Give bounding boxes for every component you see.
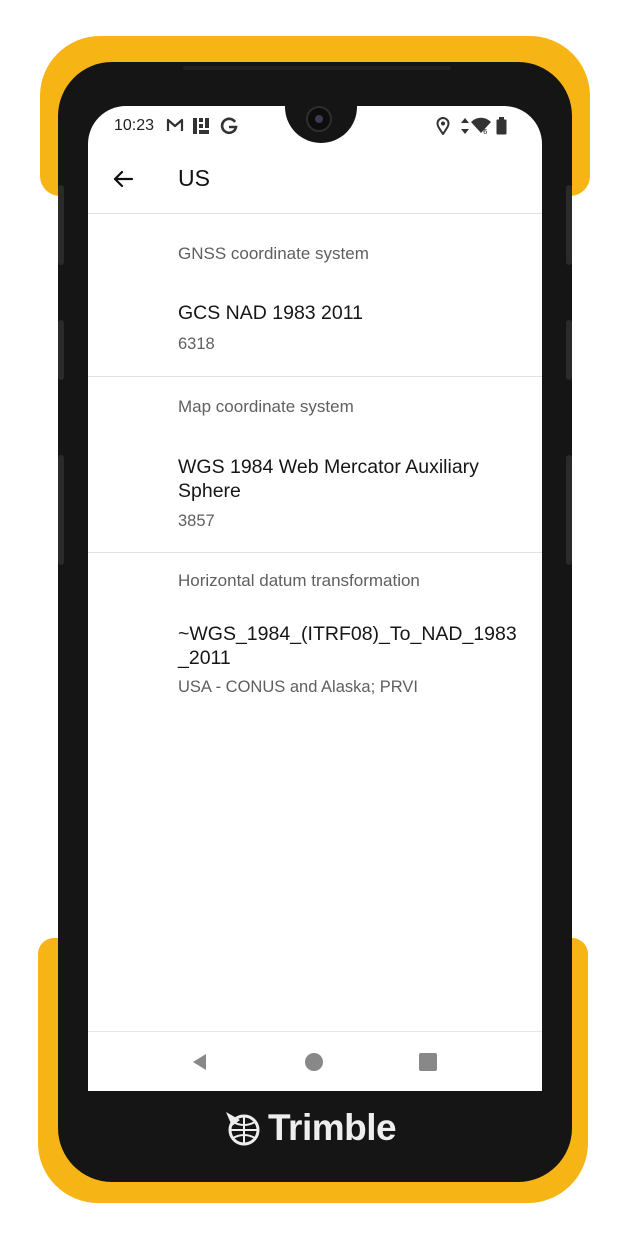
coordinate-system-code: 3857 — [178, 512, 215, 530]
data-arrows-icon — [460, 117, 470, 140]
page-title: US — [178, 165, 210, 191]
home-circle-icon — [305, 1053, 323, 1071]
speaker-grille — [183, 66, 451, 70]
phone-screen: 10:23 6 US GNSS coordinate system GCS NA… — [88, 106, 542, 1091]
back-button[interactable] — [106, 162, 140, 196]
side-button — [58, 320, 64, 380]
svg-text:6: 6 — [483, 128, 488, 135]
horizontal-datum-transformation-section[interactable]: Horizontal datum transformation ~WGS_198… — [88, 553, 542, 713]
map-coordinate-system-section[interactable]: Map coordinate system WGS 1984 Web Merca… — [88, 377, 542, 553]
app-bar: US — [88, 146, 542, 214]
section-header: Horizontal datum transformation — [178, 571, 420, 590]
coordinate-system-code: 6318 — [178, 335, 215, 353]
system-nav-bar — [88, 1031, 542, 1091]
brand-name: Trimble — [268, 1107, 397, 1148]
wifi-icon: 6 — [470, 117, 492, 140]
transformation-area: USA - CONUS and Alaska; PRVI — [178, 678, 418, 696]
gmail-icon — [166, 117, 184, 138]
recents-square-icon — [419, 1053, 437, 1071]
coordinate-system-name: WGS 1984 Web Mercator Auxiliary Sphere — [178, 456, 479, 502]
side-button — [566, 320, 572, 380]
nav-recents-button[interactable] — [416, 1050, 440, 1074]
side-button — [58, 455, 64, 565]
camera-icon — [306, 106, 332, 132]
gnss-coordinate-system-section[interactable]: GNSS coordinate system GCS NAD 1983 2011… — [88, 214, 542, 377]
battery-icon — [496, 117, 507, 140]
google-icon — [220, 117, 238, 140]
transformation-name: ~WGS_1984_(ITRF08)_To_NAD_1983_2011 — [178, 623, 517, 669]
grid-app-icon — [192, 117, 210, 140]
side-button — [58, 185, 64, 265]
brand-logo: Trimble — [224, 1106, 397, 1150]
location-icon — [436, 117, 450, 140]
arrow-back-icon — [113, 170, 134, 188]
nav-back-button[interactable] — [188, 1050, 212, 1074]
section-header: Map coordinate system — [178, 397, 354, 416]
nav-home-button[interactable] — [302, 1050, 326, 1074]
side-button — [566, 455, 572, 565]
coordinate-system-name: GCS NAD 1983 2011 — [178, 302, 363, 324]
trimble-globe-icon — [226, 1112, 260, 1146]
status-time: 10:23 — [114, 117, 155, 134]
back-triangle-icon — [193, 1054, 206, 1070]
section-header: GNSS coordinate system — [178, 244, 369, 263]
side-button — [566, 185, 572, 265]
